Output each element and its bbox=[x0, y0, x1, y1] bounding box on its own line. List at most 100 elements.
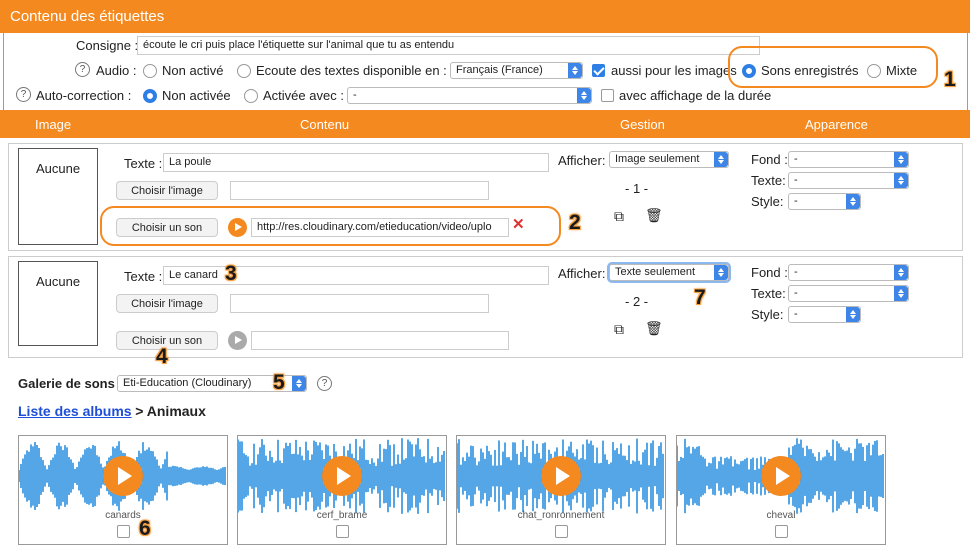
choose-sound-button[interactable]: Choisir un son bbox=[116, 218, 218, 237]
column-image: Image bbox=[35, 117, 72, 132]
play-icon[interactable] bbox=[103, 456, 143, 496]
chevron-updown-icon bbox=[894, 265, 908, 280]
copy-icon[interactable]: ⧉ bbox=[614, 321, 624, 338]
help-icon[interactable]: ? bbox=[317, 376, 332, 391]
gallery-label: Galerie de sons : bbox=[18, 376, 123, 391]
sound-card[interactable]: chat_ronronnement bbox=[456, 435, 666, 545]
audio-option-tts: Ecoute des textes disponible en : bbox=[256, 63, 447, 78]
sound-url-input[interactable] bbox=[251, 331, 509, 350]
display-label: Afficher: bbox=[558, 153, 606, 168]
row-index: - 2 - bbox=[625, 294, 649, 309]
callout-number-6: 6 bbox=[139, 517, 151, 540]
window-title: Contenu des étiquettes bbox=[0, 0, 970, 33]
audio-option-off: Non activé bbox=[162, 63, 224, 78]
sound-select-checkbox[interactable] bbox=[117, 525, 130, 538]
language-select-value: Français (France) bbox=[456, 64, 543, 76]
autocorrection-label: Auto-correction : bbox=[36, 88, 132, 103]
texte-select[interactable]: - bbox=[788, 172, 909, 189]
fond-label: Fond : bbox=[751, 265, 788, 280]
also-images-checkbox[interactable] bbox=[592, 64, 605, 77]
chevron-updown-icon bbox=[292, 376, 306, 391]
callout-frame-1 bbox=[728, 46, 938, 88]
audio-radio-off[interactable] bbox=[143, 64, 157, 78]
chevron-updown-icon bbox=[577, 88, 591, 103]
sound-select-checkbox[interactable] bbox=[336, 525, 349, 538]
sound-card[interactable]: cheval bbox=[676, 435, 886, 545]
column-header-bar: Image Contenu Gestion Apparence bbox=[0, 110, 970, 138]
sound-name: cheval bbox=[766, 510, 796, 521]
display-select[interactable]: Image seulement bbox=[609, 151, 729, 168]
text-input[interactable]: Le canard bbox=[163, 266, 549, 285]
sound-card[interactable]: cerf_brame bbox=[237, 435, 447, 545]
fond-label: Fond : bbox=[751, 152, 788, 167]
callout-number-5: 5 bbox=[273, 371, 285, 394]
fond-select-value: - bbox=[794, 266, 798, 278]
style-select[interactable]: - bbox=[788, 193, 861, 210]
display-select-value: Texte seulement bbox=[615, 266, 696, 278]
play-icon[interactable] bbox=[322, 456, 362, 496]
texte-select[interactable]: - bbox=[788, 285, 909, 302]
consigne-input[interactable]: écoute le cri puis place l'étiquette sur… bbox=[137, 36, 760, 55]
sound-select-checkbox[interactable] bbox=[775, 525, 788, 538]
play-icon[interactable] bbox=[228, 331, 247, 350]
sound-url-input[interactable]: http://res.cloudinary.com/etieducation/v… bbox=[251, 218, 509, 237]
help-icon[interactable]: ? bbox=[16, 87, 31, 102]
text-input[interactable]: La poule bbox=[163, 153, 549, 172]
column-gestion: Gestion bbox=[620, 117, 665, 132]
play-icon[interactable] bbox=[541, 456, 581, 496]
text-label: Texte : bbox=[124, 156, 163, 171]
show-duration-checkbox[interactable] bbox=[601, 89, 614, 102]
texte-select-value: - bbox=[794, 287, 798, 299]
callout-number-7: 7 bbox=[694, 286, 706, 309]
autocorrection-radio-on[interactable] bbox=[244, 89, 258, 103]
fond-select-value: - bbox=[794, 153, 798, 165]
style-select-value: - bbox=[794, 195, 798, 207]
style-select-value: - bbox=[794, 308, 798, 320]
audio-label: Audio : bbox=[96, 63, 137, 78]
image-placeholder[interactable]: Aucune bbox=[18, 148, 98, 245]
sound-name: chat_ronronnement bbox=[517, 510, 605, 521]
callout-number-3: 3 bbox=[225, 262, 237, 285]
image-path-input[interactable] bbox=[230, 294, 489, 313]
breadcrumb: Liste des albums > Animaux bbox=[18, 403, 206, 419]
chevron-updown-icon bbox=[846, 307, 860, 322]
choose-image-button[interactable]: Choisir l'image bbox=[116, 181, 218, 200]
sound-card[interactable]: canards bbox=[18, 435, 228, 545]
fond-select[interactable]: - bbox=[788, 264, 909, 281]
column-apparence: Apparence bbox=[805, 117, 868, 132]
chevron-updown-icon bbox=[714, 152, 728, 167]
callout-number-2: 2 bbox=[569, 211, 581, 234]
choose-image-button[interactable]: Choisir l'image bbox=[116, 294, 218, 313]
chevron-updown-icon bbox=[894, 286, 908, 301]
fond-select[interactable]: - bbox=[788, 151, 909, 168]
help-icon[interactable]: ? bbox=[75, 62, 90, 77]
callout-number-4: 4 bbox=[156, 345, 168, 368]
sound-select-checkbox[interactable] bbox=[555, 525, 568, 538]
language-select[interactable]: Français (France) bbox=[450, 62, 583, 79]
text-label: Texte : bbox=[124, 269, 163, 284]
play-icon[interactable] bbox=[761, 456, 801, 496]
autocorrection-select[interactable]: - bbox=[347, 87, 592, 104]
style-select[interactable]: - bbox=[788, 306, 861, 323]
albums-list-link[interactable]: Liste des albums bbox=[18, 403, 132, 419]
image-path-input[interactable] bbox=[230, 181, 489, 200]
autocorrection-option-off: Non activée bbox=[162, 88, 231, 103]
audio-radio-tts[interactable] bbox=[237, 64, 251, 78]
trash-icon[interactable]: 🗑 bbox=[645, 320, 663, 337]
trash-icon[interactable]: 🗑 bbox=[645, 207, 663, 224]
sound-name: cerf_brame bbox=[316, 510, 368, 521]
display-select[interactable]: Texte seulement bbox=[609, 264, 729, 281]
play-icon[interactable] bbox=[228, 218, 247, 237]
display-select-value: Image seulement bbox=[615, 153, 700, 165]
callout-number-1: 1 bbox=[944, 68, 956, 91]
column-contenu: Contenu bbox=[300, 117, 350, 132]
autocorrection-select-value: - bbox=[353, 89, 357, 101]
sound-name: canards bbox=[105, 510, 141, 521]
copy-icon[interactable]: ⧉ bbox=[614, 208, 624, 225]
image-placeholder[interactable]: Aucune bbox=[18, 261, 98, 346]
gallery-source-value: Eti-Education (Cloudinary) bbox=[123, 377, 252, 389]
chevron-updown-icon bbox=[894, 152, 908, 167]
style-label: Style: bbox=[751, 194, 784, 209]
autocorrection-radio-off[interactable] bbox=[143, 89, 157, 103]
remove-sound-icon[interactable]: ✕ bbox=[512, 215, 525, 233]
